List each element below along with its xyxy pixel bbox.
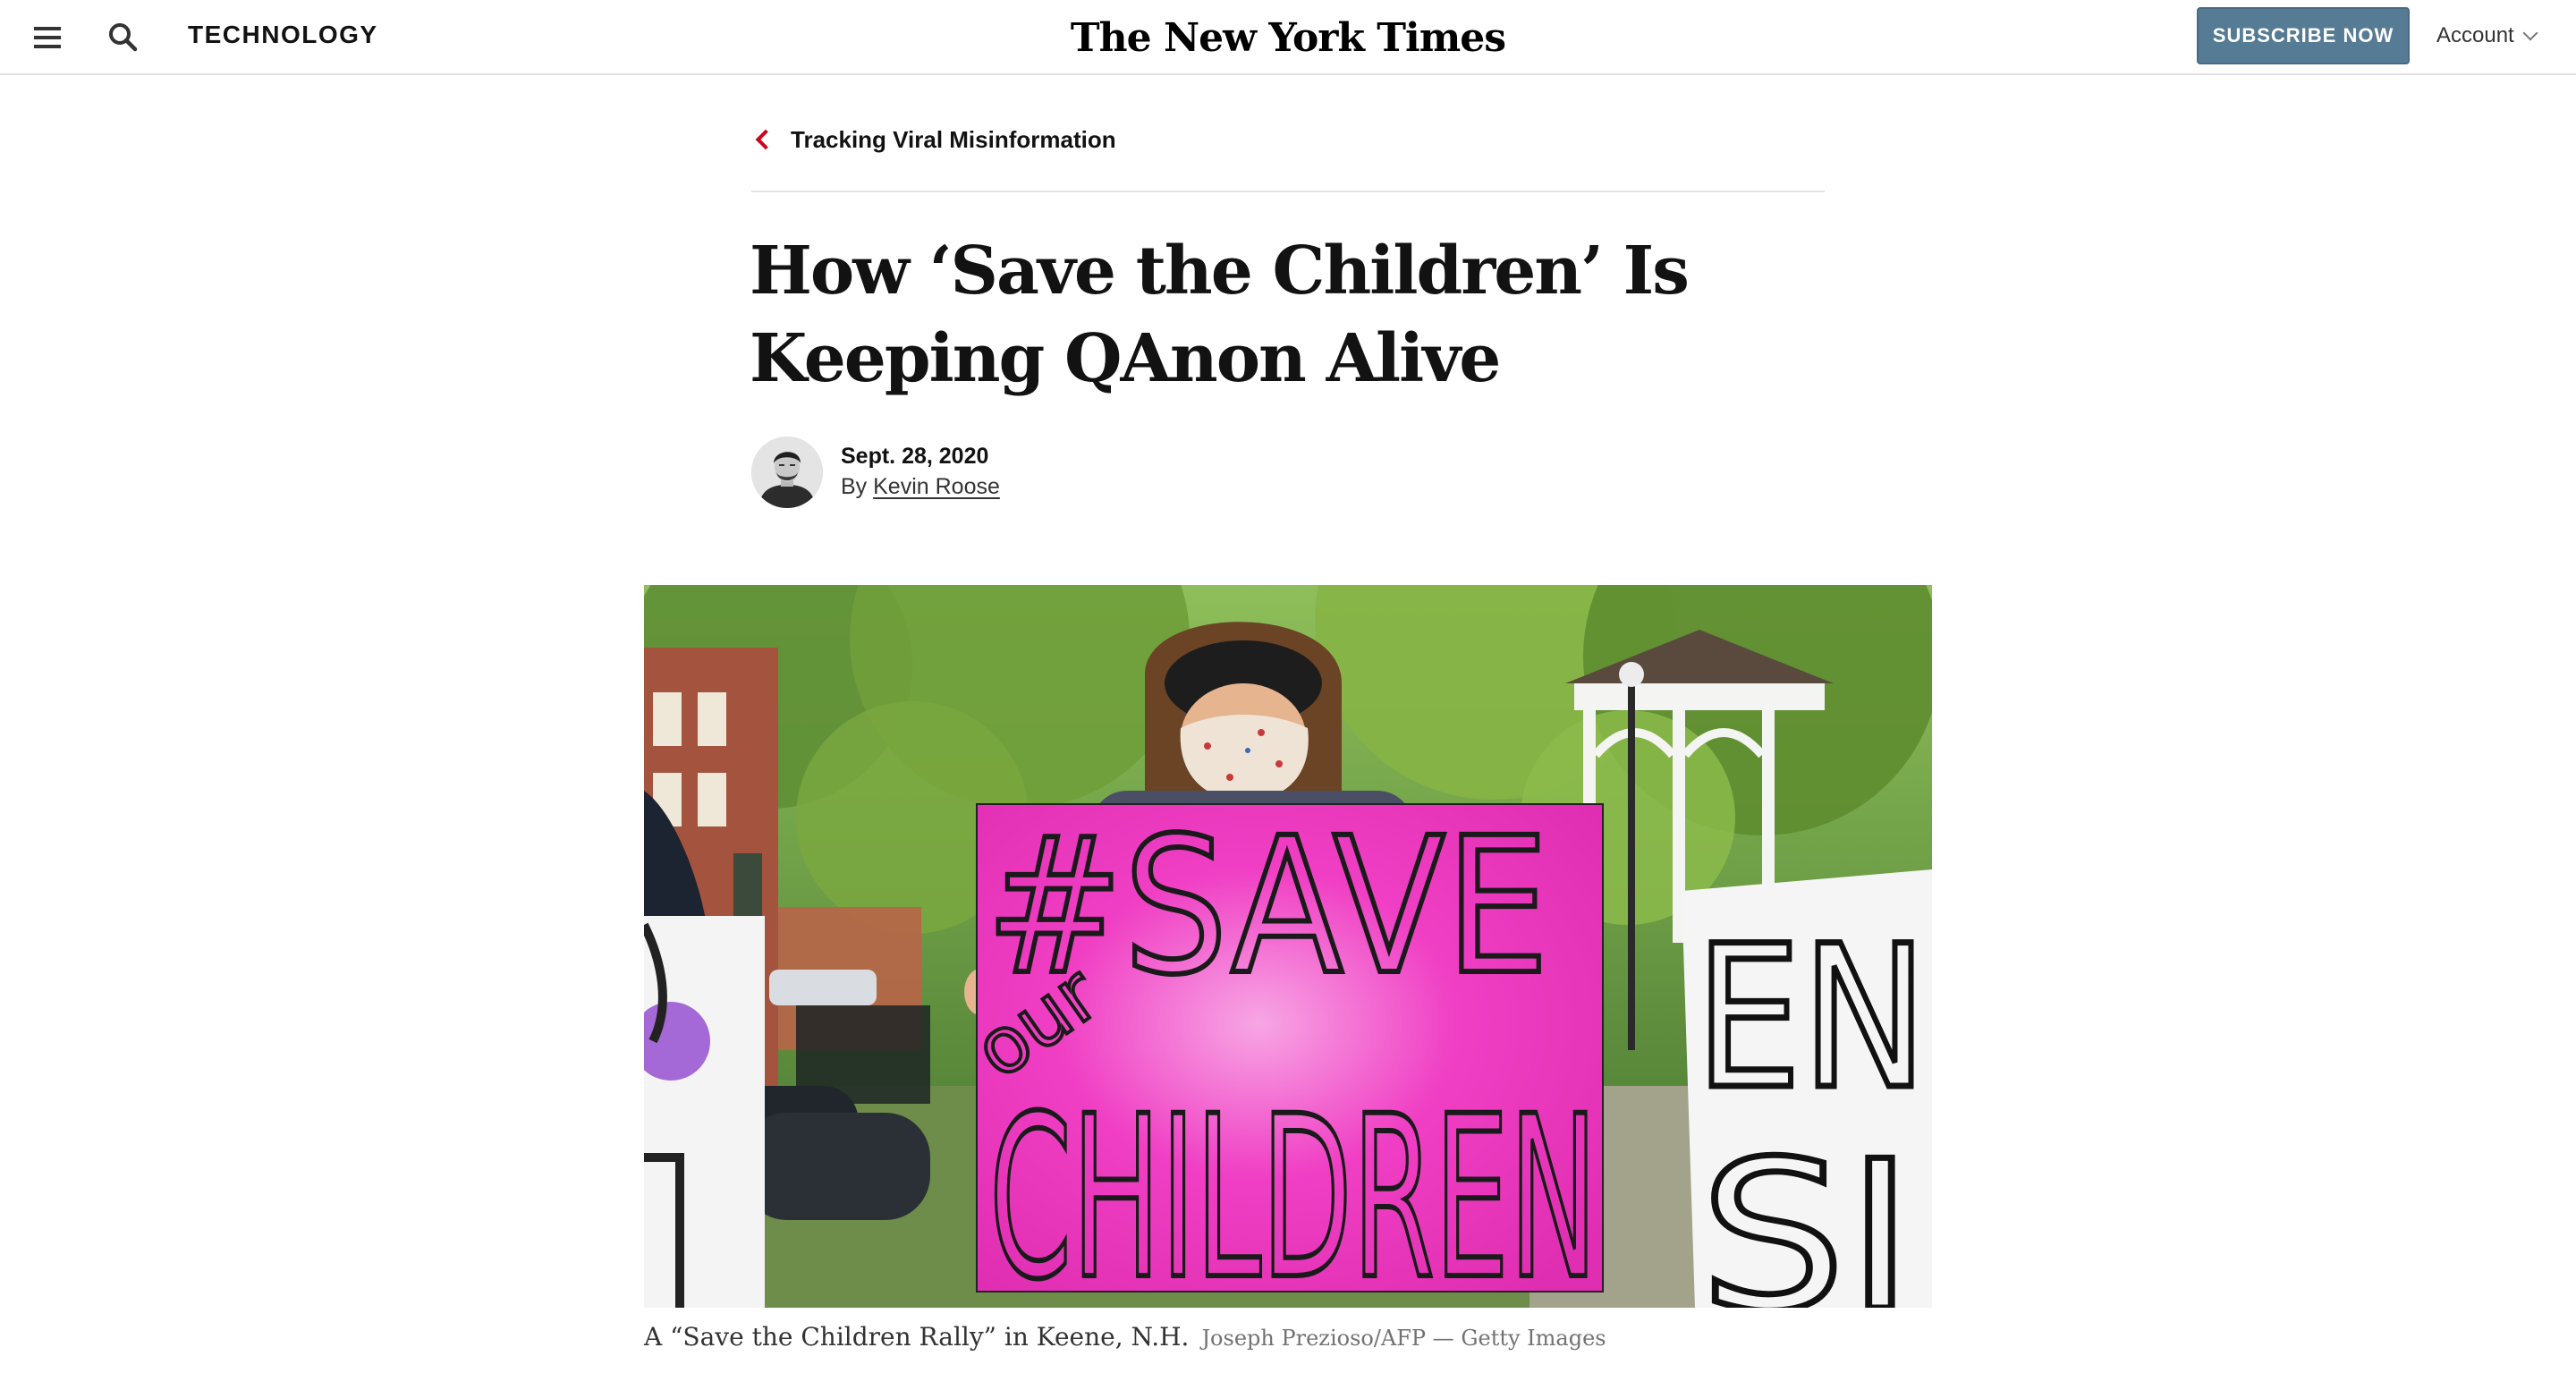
chevron-down-icon [2522,25,2538,41]
author-link[interactable]: Kevin Roose [873,474,1000,499]
lead-photo[interactable]: #SAVE our CHILDREN EN SI [644,585,1932,1308]
byline: By Kevin Roose [841,472,1000,501]
divider [751,191,1825,192]
right-sign: EN SI [1682,869,1932,1308]
chevron-left-icon [755,129,776,150]
site-header: TECHNOLOGY The New York Times SUBSCRIBE … [0,0,2576,75]
hamburger-menu-icon[interactable] [30,21,66,54]
protest-sign: #SAVE our CHILDREN [957,794,1604,1308]
right-sign-text-1: EN [1695,903,1928,1132]
photo-credit: Joseph Prezioso/AFP — Getty Images [1201,1326,1606,1351]
photo-caption: A “Save the Children Rally” in Keene, N.… [644,1322,1606,1352]
caption-text: A “Save the Children Rally” in Keene, N.… [644,1322,1190,1352]
account-label: Account [2436,23,2514,47]
breadcrumb-label: Tracking Viral Misinformation [791,125,1116,153]
publish-date: Sept. 28, 2020 [841,444,989,469]
account-menu-button[interactable]: Account [2436,20,2538,52]
masthead-logo[interactable]: The New York Times [1071,11,1506,64]
sign-text-children: CHILDREN [989,1068,1597,1308]
article-headline: How ‘Save the Children’ Is Keeping QAnon… [750,233,1690,397]
section-link[interactable]: TECHNOLOGY [188,20,378,50]
right-sign-text-2: SI [1699,1118,1914,1308]
search-icon[interactable] [106,20,141,55]
byline-prefix: By [841,474,874,499]
breadcrumb[interactable]: Tracking Viral Misinformation [751,120,1116,159]
author-avatar[interactable] [751,436,823,508]
lead-photo-image: #SAVE our CHILDREN EN SI [644,585,1932,1308]
subscribe-button[interactable]: SUBSCRIBE NOW [2197,7,2410,64]
